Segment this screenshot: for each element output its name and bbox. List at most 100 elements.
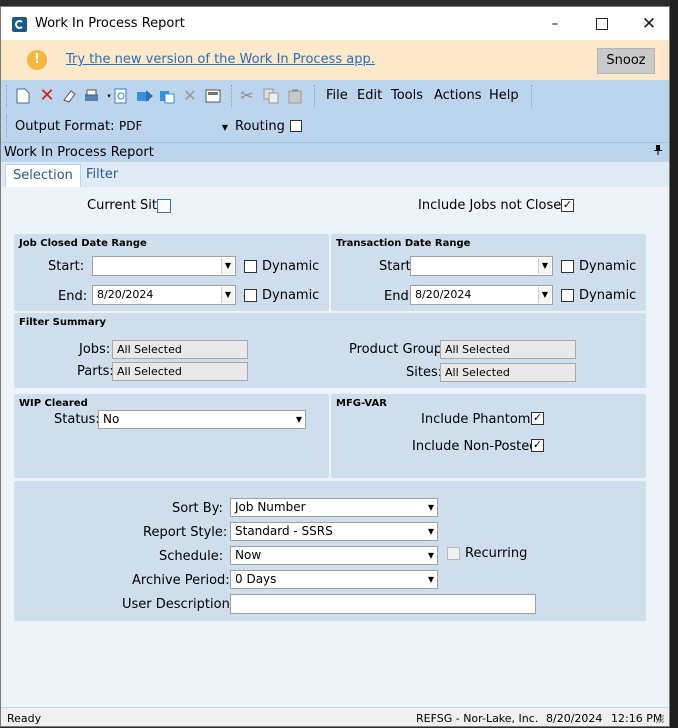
calendar-dropdown-icon[interactable]: ▼ — [538, 258, 551, 274]
job-closed-date-range-title: Job Closed Date Range — [19, 238, 147, 249]
sort-by-label: Sort By: — [172, 501, 223, 516]
job-closed-start-field[interactable]: ▼ — [92, 256, 236, 276]
tab-selection[interactable]: Selection — [5, 164, 81, 187]
pin-icon[interactable] — [654, 145, 662, 158]
copy-icon[interactable] — [159, 88, 175, 104]
wip-cleared-group: WIP Cleared Status: No ▼ — [14, 394, 329, 478]
schedule-label: Schedule: — [159, 549, 224, 564]
toolbar-separator — [231, 85, 234, 107]
print-preview-icon[interactable] — [113, 88, 129, 104]
include-jobs-not-closed-label: Include Jobs not Closed: — [418, 198, 574, 213]
calendar-dropdown-icon[interactable]: ▼ — [538, 287, 551, 303]
routing-checkbox[interactable] — [290, 120, 302, 132]
send-icon[interactable] — [136, 88, 153, 104]
include-non-posted-label: Include Non-Posted: — [412, 439, 542, 454]
calendar-dropdown-icon[interactable]: ▼ — [221, 287, 234, 303]
report-style-value: Standard - SSRS — [235, 524, 333, 538]
status-label: Status: — [54, 412, 100, 427]
app-icon — [12, 17, 27, 32]
schedule-select[interactable]: Now ▼ — [230, 546, 438, 565]
cancel-icon[interactable]: ✕ — [182, 88, 198, 104]
menu-actions[interactable]: Actions — [434, 88, 482, 103]
status-select[interactable]: No ▼ — [98, 410, 306, 429]
tab-filter[interactable]: Filter — [79, 164, 125, 186]
cut-icon[interactable]: ✂ — [239, 88, 255, 104]
recurring-label: Recurring — [465, 546, 528, 561]
panel-header: Work In Process Report — [1, 142, 669, 163]
snooze-button[interactable]: Snooz — [597, 48, 655, 74]
parts-field[interactable]: All Selected — [112, 362, 248, 381]
check-icon: ✓ — [532, 411, 543, 424]
menu-file[interactable]: File — [326, 88, 348, 103]
output-format-row: Output Format: PDF ▼ Routing — [1, 111, 669, 142]
transaction-date-range-group: Transaction Date Range Start: ▼ Dynamic … — [331, 234, 646, 311]
chevron-down-icon: ▼ — [427, 551, 434, 560]
filter-summary-title: Filter Summary — [19, 317, 107, 328]
menu-tools[interactable]: Tools — [391, 88, 423, 103]
new-version-banner: ! Try the new version of the Work In Pro… — [1, 40, 669, 80]
print-icon[interactable] — [83, 88, 99, 104]
include-jobs-not-closed-checkbox[interactable]: ✓ — [561, 199, 574, 212]
transaction-start-dynamic-label: Dynamic — [579, 259, 637, 274]
chevron-down-icon: ▼ — [221, 123, 228, 132]
status-value: No — [103, 412, 120, 426]
transaction-end-field[interactable]: 8/20/2024 ▼ — [410, 285, 553, 305]
copy-clip-icon[interactable] — [263, 88, 279, 104]
sort-by-select[interactable]: Job Number ▼ — [230, 498, 438, 517]
job-closed-start-dynamic-checkbox[interactable] — [244, 260, 257, 273]
menu-help[interactable]: Help — [489, 88, 519, 103]
close-button[interactable]: ✕ — [627, 11, 669, 37]
archive-period-label: Archive Period: — [132, 573, 230, 588]
wip-cleared-title: WIP Cleared — [19, 398, 88, 409]
clear-icon[interactable] — [61, 88, 77, 104]
archive-period-select[interactable]: 0 Days ▼ — [230, 570, 438, 589]
selection-content: Current Site: Include Jobs not Closed: ✓… — [1, 187, 669, 707]
mfg-var-title: MFG-VAR — [336, 398, 387, 409]
transaction-end-dynamic-checkbox[interactable] — [561, 289, 574, 302]
sites-field[interactable]: All Selected — [440, 363, 576, 382]
output-format-select[interactable]: PDF ▼ — [115, 118, 231, 137]
job-closed-end-dynamic-label: Dynamic — [262, 288, 320, 303]
paste-icon[interactable] — [287, 88, 303, 104]
toolbar: ✕ ▾ ✕ ✂ File Edit Tools Actions Help Out… — [1, 80, 669, 142]
new-icon[interactable] — [15, 88, 31, 104]
delete-icon[interactable]: ✕ — [39, 87, 55, 105]
toolbar-grip — [6, 85, 9, 107]
transaction-start-field[interactable]: ▼ — [410, 256, 553, 276]
title-bar: Work In Process Report – ✕ — [1, 7, 669, 40]
job-closed-end-field[interactable]: 8/20/2024 ▼ — [92, 285, 236, 305]
calendar-dropdown-icon[interactable]: ▼ — [221, 258, 234, 274]
user-description-label: User Description: — [122, 597, 235, 612]
job-closed-end-value: 8/20/2024 — [97, 288, 154, 301]
try-new-version-link[interactable]: Try the new version of the Work In Proce… — [66, 52, 375, 67]
format-grip — [6, 115, 9, 137]
include-non-posted-checkbox[interactable]: ✓ — [531, 439, 544, 452]
transaction-start-dynamic-checkbox[interactable] — [561, 260, 574, 273]
menu-edit[interactable]: Edit — [357, 88, 382, 103]
product-groups-field[interactable]: All Selected — [440, 340, 576, 359]
jobs-field[interactable]: All Selected — [112, 340, 248, 359]
archive-period-value: 0 Days — [235, 572, 277, 586]
include-phantoms-checkbox[interactable]: ✓ — [531, 412, 544, 425]
report-style-select[interactable]: Standard - SSRS ▼ — [230, 522, 438, 541]
minimize-button[interactable]: – — [533, 11, 577, 37]
window-title: Work In Process Report — [35, 16, 185, 31]
menu-end-grip — [531, 85, 534, 107]
status-ready: Ready — [7, 712, 42, 725]
filter-summary-group: Filter Summary Jobs: All Selected Parts:… — [14, 313, 646, 388]
transaction-end-value: 8/20/2024 — [415, 288, 472, 301]
maximize-button[interactable] — [580, 11, 624, 37]
user-description-input[interactable] — [230, 594, 536, 614]
transaction-end-dynamic-label: Dynamic — [579, 288, 637, 303]
resize-grip-icon[interactable] — [655, 714, 665, 724]
output-format-label: Output Format: — [15, 119, 115, 134]
job-closed-date-range-group: Job Closed Date Range Start: ▼ Dynamic E… — [14, 234, 329, 311]
status-site: REFSG - Nor-Lake, Inc. — [416, 712, 539, 725]
job-closed-end-dynamic-checkbox[interactable] — [244, 289, 257, 302]
current-site-checkbox[interactable] — [157, 199, 171, 213]
routing-label: Routing — [235, 119, 285, 134]
recurring-checkbox[interactable] — [447, 547, 460, 560]
save-icon[interactable] — [205, 88, 221, 104]
chevron-down-icon: ▼ — [427, 527, 434, 536]
job-closed-end-label: End: — [58, 289, 88, 304]
